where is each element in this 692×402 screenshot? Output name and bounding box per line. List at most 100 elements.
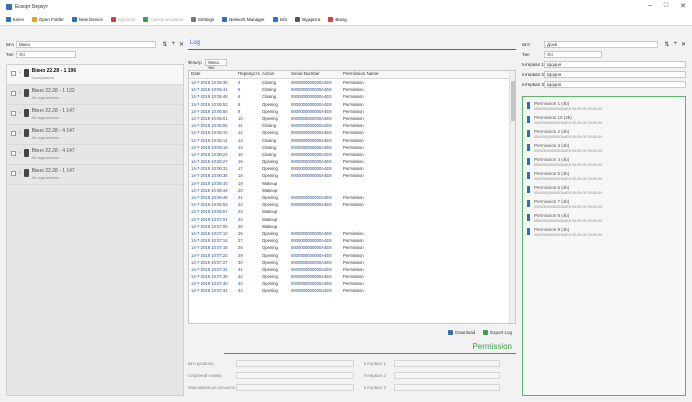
column-action[interactable]: Action (260, 71, 289, 78)
tab-log[interactable]: Log (188, 40, 516, 50)
table-row[interactable]: 14-7-2019 10:06:10 12 Opening 0000000000000… (189, 129, 515, 136)
interval-3-input[interactable] (394, 383, 500, 391)
table-row[interactable]: 14-7-2019 10:07:22 29 Opening 0000000000000… (189, 252, 515, 259)
table-row[interactable]: 14-7-2019 10:06:18 14 Closing 0000000000000… (189, 144, 515, 151)
max-count-input[interactable] (236, 383, 354, 391)
permission-item[interactable]: Permission 6 (4b) 0000000000000A4E8 00:00… (527, 185, 681, 199)
device-checkbox[interactable] (11, 71, 16, 76)
table-row[interactable]: 14-7-2019 10:05:56 9 Opening 0000000000000A… (189, 108, 515, 115)
perm-name-input[interactable] (236, 359, 354, 367)
column-serial[interactable]: Serial Number (289, 71, 341, 78)
toolbar-button-6[interactable]: Network Manager (222, 17, 265, 22)
table-row[interactable]: 14-7-2019 10:06:27 16 Opening 0000000000000… (189, 158, 515, 165)
serial-input[interactable] (236, 371, 354, 379)
table-row[interactable]: 14-7-2019 10:06:31 17 Opening 0000000000000… (189, 165, 515, 172)
device-checkbox[interactable] (11, 171, 16, 176)
table-row[interactable]: 14-7-2019 10:07:05 25 Wakeup (189, 223, 515, 230)
table-row[interactable]: 14-7-2019 10:07:31 31 Opening 0000000000000… (189, 266, 515, 273)
table-row[interactable]: 14-7-2019 10:06:36 18 Opening 0000000000000… (189, 172, 515, 179)
device-checkbox[interactable] (11, 151, 16, 156)
table-row[interactable]: 14-7-2019 10:06:53 22 Opening 0000000000000… (189, 201, 515, 208)
device-item[interactable]: › Вікно 22.28 - 1 132 Не підключено (7, 85, 183, 105)
toolbar-button-1[interactable]: Open Folder (31, 17, 64, 22)
table-row[interactable]: 14-7-2019 10:06:14 13 Closing 0000000000000… (189, 137, 515, 144)
sort-button[interactable]: ⇅ (162, 41, 167, 48)
log-scrollbar-thumb[interactable] (511, 81, 515, 121)
download-button[interactable]: Download (448, 330, 475, 335)
device-checkbox[interactable] (11, 111, 16, 116)
toolbar-button-8[interactable]: Відкрити (295, 17, 320, 22)
table-row[interactable]: 14-7-2019 10:06:22 15 Closing 0000000000000… (189, 151, 515, 158)
perm-filter-select[interactable]: Усі (544, 50, 602, 58)
permission-item[interactable]: Permission 8 (4b) 0000000000000A4E8 00:00… (527, 213, 681, 227)
add-device-button[interactable]: + (171, 41, 175, 48)
chevron-right-icon[interactable]: › (19, 70, 21, 76)
permission-item[interactable]: Permission 1 (4b) 0000000000000A4E8 00:00… (527, 101, 681, 115)
device-filter-select[interactable]: Усі (16, 50, 76, 58)
toolbar-button-9[interactable]: Вихід (328, 17, 347, 22)
perm-sort-button[interactable]: ⇅ (664, 41, 669, 48)
table-row[interactable]: 14-7-2019 10:07:10 26 Opening 0000000000000… (189, 230, 515, 237)
device-checkbox[interactable] (11, 91, 16, 96)
device-item[interactable]: › Вікно 22.28 - 1 196 Сканування (7, 65, 183, 85)
chevron-right-icon[interactable]: › (19, 150, 21, 156)
interval-1-input[interactable] (394, 359, 500, 367)
table-row[interactable]: 14-7-2019 10:06:48 21 Opening 0000000000000… (189, 194, 515, 201)
table-row[interactable]: 14-7-2019 10:05:36 4 Closing 0000000000000A… (189, 79, 515, 86)
permission-item[interactable]: Permission 2 (4b) 0000000000000A4E8 00:00… (527, 129, 681, 143)
table-row[interactable]: 14-7-2019 10:06:01 10 Opening 0000000000000… (189, 115, 515, 122)
toolbar-button-3[interactable]: Удалити (110, 17, 135, 22)
device-checkbox[interactable] (11, 131, 16, 136)
permission-item[interactable]: Permission 4 (4b) 0000000000000A4E8 00:00… (527, 157, 681, 171)
toolbar-button-2[interactable]: New Device (71, 17, 103, 22)
toolbar-button-4[interactable]: Синхронізувати (143, 17, 183, 22)
table-row[interactable]: 14-7-2019 10:07:14 27 Opening 0000000000000… (189, 237, 515, 244)
right-interval-2-input[interactable]: Щодня (544, 70, 686, 78)
remove-permission-button[interactable]: ✕ (681, 41, 686, 48)
toolbar-button-5[interactable]: Settings (190, 17, 214, 22)
table-row[interactable]: 14-7-2019 10:06:44 20 Wakeup (189, 187, 515, 194)
remove-device-button[interactable]: ✕ (179, 41, 184, 48)
chevron-right-icon[interactable]: › (19, 90, 21, 96)
chevron-right-icon[interactable]: › (19, 130, 21, 136)
right-interval-3-input[interactable]: Щодня (544, 80, 686, 88)
table-row[interactable]: 14-7-2019 10:07:40 33 Opening 0000000000000… (189, 280, 515, 287)
table-row[interactable]: 14-7-2019 10:06:05 11 Closing 0000000000000… (189, 122, 515, 129)
chevron-right-icon[interactable]: › (19, 110, 21, 116)
permission-item[interactable]: Permission 10 (4b) 0000000000000A4E8 00:0… (527, 115, 681, 129)
device-item[interactable]: › Вікно 22.28 - 4 147 Не підключено (7, 125, 183, 145)
interval-2-input[interactable] (394, 371, 500, 379)
table-row[interactable]: 14-7-2019 10:07:35 32 Opening 0000000000000… (189, 273, 515, 280)
toolbar-button-0[interactable]: Ключ (6, 17, 24, 22)
right-interval-1-input[interactable]: Щодня (544, 60, 686, 68)
table-row[interactable]: 14-7-2019 10:07:18 28 Opening 0000000000000… (189, 244, 515, 251)
permission-item[interactable]: Permission 3 (4b) 0000000000000A4E8 00:00… (527, 143, 681, 157)
chevron-right-icon[interactable]: › (19, 170, 21, 176)
table-row[interactable]: 14-7-2019 10:06:57 23 Wakeup (189, 208, 515, 215)
table-row[interactable]: 14-7-2019 10:07:27 30 Opening 0000000000000… (189, 259, 515, 266)
add-permission-button[interactable]: + (673, 41, 677, 48)
permission-item[interactable]: Permission 5 (4b) 0000000000000A4E8 00:00… (527, 171, 681, 185)
table-row[interactable]: 14-7-2019 10:05:44 5 Closing 0000000000000A… (189, 86, 515, 93)
column-date[interactable]: Date (189, 71, 236, 78)
table-row[interactable]: 14-7-2019 10:07:44 34 Opening 0000000000000… (189, 287, 515, 294)
device-item[interactable]: › Вікно 22.28 - 1 147 Не підключено (7, 165, 183, 185)
export-log-button[interactable]: Export Log (483, 330, 512, 335)
column-permission-name[interactable]: Permission Name (341, 71, 381, 78)
log-scrollbar[interactable] (509, 71, 515, 323)
close-button[interactable]: ✕ (680, 2, 686, 10)
table-row[interactable]: 14-7-2019 10:07:01 24 Wakeup (189, 216, 515, 223)
table-row[interactable]: 14-7-2019 10:05:52 8 Opening 0000000000000A… (189, 101, 515, 108)
toolbar-button-7[interactable]: Info (272, 17, 287, 22)
table-row[interactable]: 14-7-2019 10:05:48 6 Closing 0000000000000A… (189, 93, 515, 100)
minimize-button[interactable]: – (648, 2, 652, 10)
permission-item[interactable]: Permission 9 (4b) 0000000000000A4E8 00:00… (527, 227, 681, 241)
log-filter-select[interactable]: Увесь час (204, 58, 227, 70)
maximize-button[interactable]: □ (664, 2, 668, 10)
device-item[interactable]: › Вікно 22.28 - 1 147 Не підключено (7, 105, 183, 125)
perm-search-input[interactable]: Дозв (544, 40, 659, 48)
permission-item[interactable]: Permission 7 (4b) 0000000000000A4E8 00:00… (527, 199, 681, 213)
column-pass[interactable]: Перепустка (236, 71, 260, 78)
device-item[interactable]: › Вікно 22.28 - 4 147 Не підключено (7, 145, 183, 165)
device-search-input[interactable]: Вікно (16, 40, 157, 48)
